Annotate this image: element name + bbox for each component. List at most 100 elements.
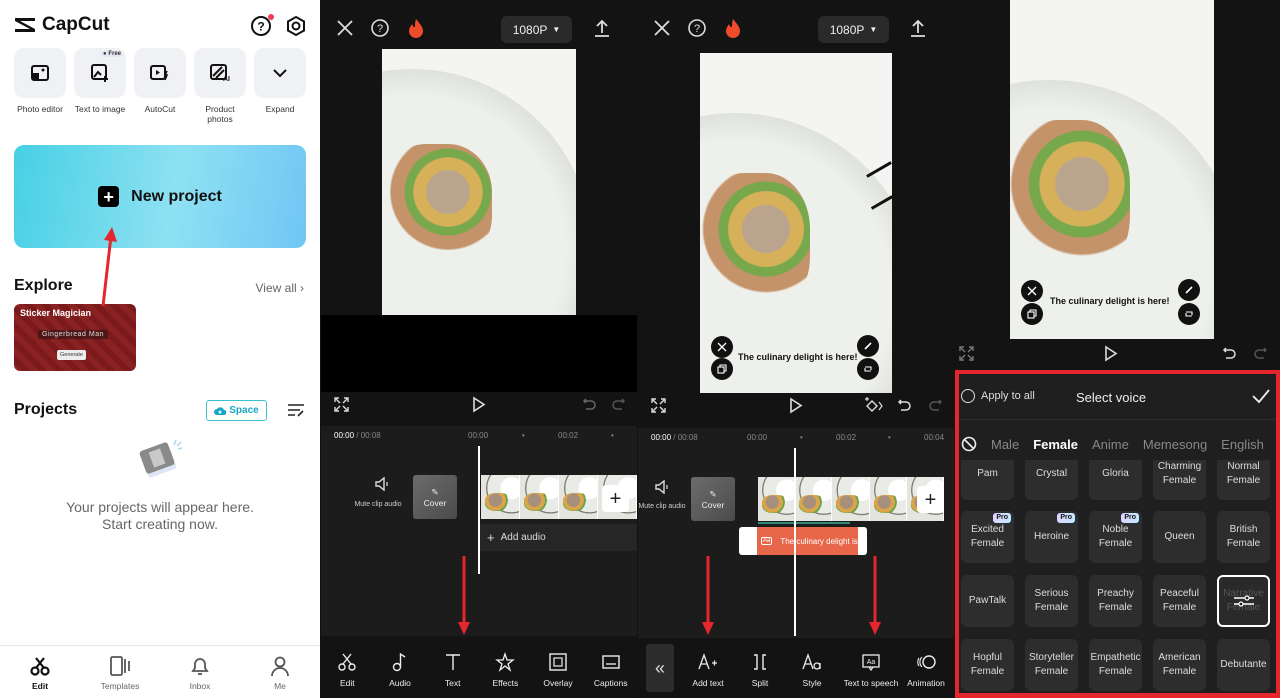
- toolbar-animation[interactable]: Animation: [904, 640, 948, 698]
- add-audio-button[interactable]: + Add audio: [479, 524, 637, 551]
- toolbar-text-to-speech[interactable]: Aa Text to speech: [838, 640, 904, 698]
- tab-female[interactable]: Female: [1033, 437, 1078, 452]
- voice-option[interactable]: Peaceful Female: [1153, 575, 1206, 627]
- voice-option[interactable]: American Female: [1153, 639, 1206, 691]
- voice-option[interactable]: Hopful Female: [961, 639, 1014, 691]
- voice-option[interactable]: CrystalPro: [1025, 460, 1078, 500]
- undo-icon[interactable]: [1221, 345, 1237, 361]
- tab-english[interactable]: English: [1221, 437, 1264, 452]
- toolbar-split[interactable]: Split: [734, 640, 786, 698]
- add-clip-button[interactable]: +: [917, 486, 944, 513]
- duplicate-text-button[interactable]: [711, 358, 733, 380]
- toolbar-style[interactable]: Style: [786, 640, 838, 698]
- export-icon[interactable]: [908, 18, 928, 38]
- help-icon[interactable]: ?: [687, 18, 707, 38]
- toolbar-audio[interactable]: Audio: [374, 640, 427, 698]
- delete-text-button[interactable]: [1021, 280, 1043, 302]
- confirm-check-icon[interactable]: [1252, 388, 1270, 404]
- text-clip[interactable]: AaThe culinary delight is here!: [739, 527, 867, 555]
- mute-clip-audio-button[interactable]: Mute clip audio: [354, 476, 407, 508]
- nav-templates[interactable]: Templates: [80, 646, 160, 698]
- toolbar-effects[interactable]: Effects: [479, 640, 532, 698]
- adjust-sliders-icon[interactable]: [1233, 594, 1255, 608]
- playhead[interactable]: [478, 446, 480, 574]
- nav-me[interactable]: Me: [240, 646, 320, 698]
- fullscreen-icon[interactable]: [651, 398, 666, 413]
- flame-icon[interactable]: [723, 18, 743, 38]
- explore-card-sticker-magician[interactable]: Sticker Magician Gingerbread Man Generat…: [14, 304, 136, 371]
- voice-option[interactable]: Queen: [1153, 511, 1206, 563]
- play-icon[interactable]: [1104, 345, 1118, 362]
- toolbar-add-text[interactable]: Add text: [682, 640, 734, 698]
- rotate-scale-button[interactable]: [1178, 303, 1200, 325]
- voice-option[interactable]: Empathetic Female: [1089, 639, 1142, 691]
- video-preview[interactable]: The culinary delight is here!: [1010, 0, 1214, 339]
- toolbar-text[interactable]: Text: [426, 640, 479, 698]
- edit-text-button[interactable]: [857, 335, 879, 357]
- caption-text[interactable]: The culinary delight is here!: [1050, 296, 1170, 306]
- toolbar-captions[interactable]: Captions: [584, 640, 637, 698]
- nav-inbox[interactable]: Inbox: [160, 646, 240, 698]
- tab-anime[interactable]: Anime: [1092, 437, 1129, 452]
- voice-option[interactable]: British Female: [1217, 511, 1270, 563]
- rotate-scale-button[interactable]: [857, 358, 879, 380]
- voice-option[interactable]: Debutante: [1217, 639, 1270, 691]
- undo-icon[interactable]: [581, 396, 597, 412]
- voice-option[interactable]: PawTalk: [961, 575, 1014, 627]
- add-clip-button[interactable]: +: [602, 485, 629, 512]
- voice-option[interactable]: Storyteller Female: [1025, 639, 1078, 691]
- fullscreen-icon[interactable]: [959, 346, 974, 361]
- tab-memesong[interactable]: Memesong: [1143, 437, 1207, 452]
- voice-option[interactable]: GloriaPro: [1089, 460, 1142, 500]
- play-icon[interactable]: [472, 396, 486, 413]
- voice-option[interactable]: Narrative Female: [1217, 575, 1270, 627]
- voice-option[interactable]: Heroine Pro: [1025, 511, 1078, 563]
- tool-expand[interactable]: Expand: [254, 48, 306, 124]
- duplicate-text-button[interactable]: [1021, 303, 1043, 325]
- tab-male[interactable]: Male: [991, 437, 1019, 452]
- resolution-dropdown[interactable]: 1080P ▼: [818, 16, 889, 43]
- edit-text-button[interactable]: [1178, 279, 1200, 301]
- redo-icon[interactable]: [611, 396, 627, 412]
- redo-icon[interactable]: [928, 397, 944, 413]
- video-preview[interactable]: [382, 49, 576, 315]
- keyframe-icon[interactable]: [864, 396, 884, 414]
- voice-option[interactable]: Normal Female: [1217, 460, 1270, 500]
- caption-text[interactable]: The culinary delight is here!: [738, 352, 858, 362]
- playhead[interactable]: [794, 448, 796, 636]
- voice-option[interactable]: Noble Female Pro: [1089, 511, 1142, 563]
- voice-option[interactable]: PamPro: [961, 460, 1014, 500]
- help-icon[interactable]: ?: [370, 18, 390, 38]
- toolbar-overlay[interactable]: Overlay: [532, 640, 585, 698]
- tool-text-to-image[interactable]: ● Free Text to image: [74, 48, 126, 124]
- toolbar-edit[interactable]: Edit: [321, 640, 374, 698]
- close-icon[interactable]: [335, 18, 355, 38]
- no-voice-icon[interactable]: [961, 436, 977, 452]
- voice-option[interactable]: Charming Female: [1153, 460, 1206, 500]
- voice-option[interactable]: Excited Female Pro: [961, 511, 1014, 563]
- apply-to-all-toggle[interactable]: Apply to all: [961, 389, 1035, 403]
- tool-photo-editor[interactable]: Photo editor: [14, 48, 66, 124]
- export-icon[interactable]: [592, 18, 612, 38]
- play-icon[interactable]: [789, 397, 803, 414]
- undo-icon[interactable]: [896, 397, 912, 413]
- delete-text-button[interactable]: [711, 336, 733, 358]
- cover-button[interactable]: ✎ Cover: [413, 475, 457, 519]
- redo-icon[interactable]: [1253, 345, 1269, 361]
- video-preview[interactable]: The culinary delight is here!: [700, 53, 892, 393]
- sort-edit-icon[interactable]: [287, 403, 305, 417]
- tool-product-photos[interactable]: AI Product photos: [194, 48, 246, 124]
- voice-option[interactable]: Preachy Female: [1089, 575, 1142, 627]
- cover-button[interactable]: ✎ Cover: [691, 477, 735, 521]
- tool-autocut[interactable]: AutoCut: [134, 48, 186, 124]
- new-project-button[interactable]: + New project: [14, 145, 306, 248]
- flame-icon[interactable]: [406, 18, 426, 38]
- close-icon[interactable]: [652, 18, 672, 38]
- space-button[interactable]: Space: [206, 400, 267, 421]
- mute-clip-audio-button[interactable]: Mute clip audio: [638, 479, 686, 510]
- voice-option[interactable]: Serious Female: [1025, 575, 1078, 627]
- fullscreen-icon[interactable]: [334, 397, 349, 412]
- view-all-link[interactable]: View all ›: [256, 281, 304, 295]
- settings-icon[interactable]: [285, 15, 307, 37]
- nav-edit[interactable]: Edit: [0, 646, 80, 698]
